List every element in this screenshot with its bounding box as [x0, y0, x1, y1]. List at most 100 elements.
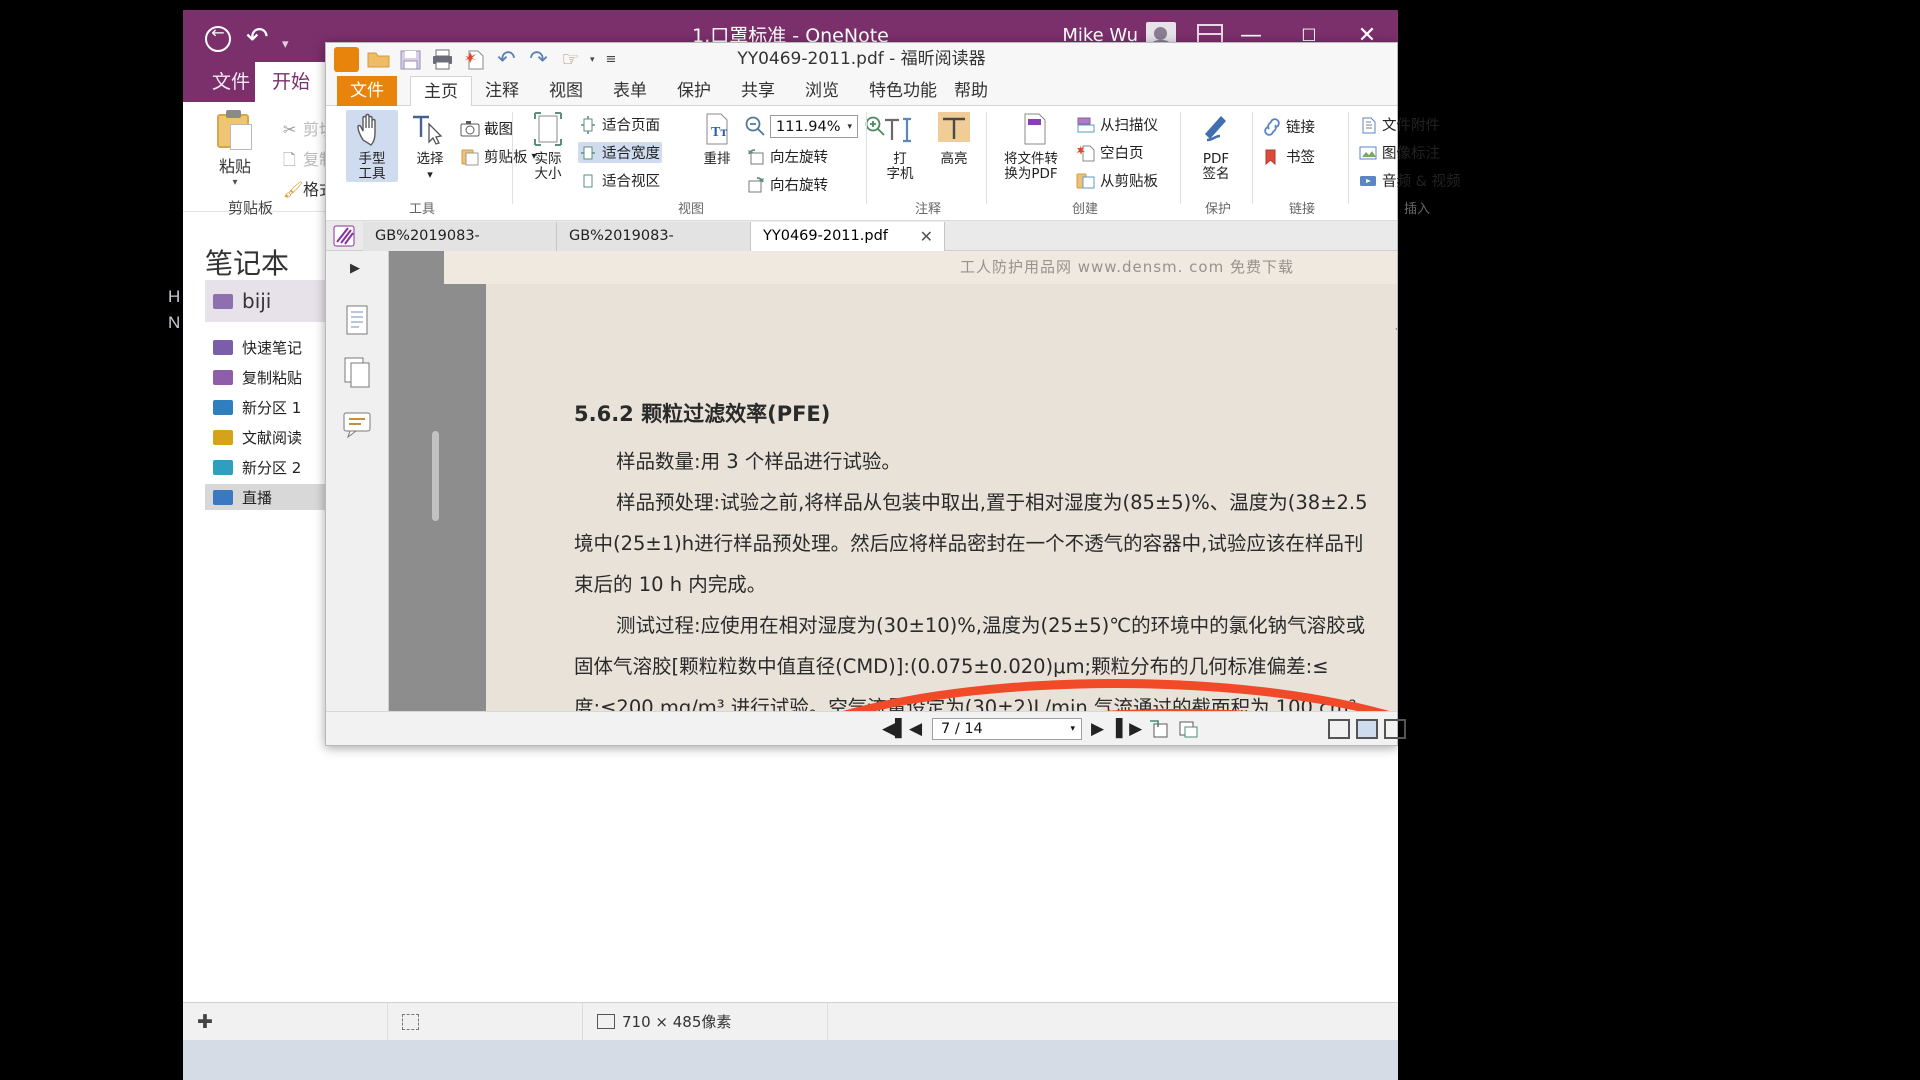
- page-body-text: 5.6.2 颗粒过滤效率(PFE) 样品数量:用 3 个样品进行试验。 样品预处…: [574, 394, 1397, 713]
- section-label: 新分区 1: [242, 398, 302, 417]
- blank-page-button[interactable]: 空白页: [1076, 142, 1144, 163]
- notebook-icon: [213, 293, 233, 309]
- paste-button[interactable]: 粘贴 ▾: [208, 110, 262, 188]
- file-attachment-button[interactable]: 文件附件: [1358, 114, 1440, 135]
- actual-size-button[interactable]: 实际 大小: [522, 110, 574, 182]
- fit-page-icon[interactable]: [1148, 719, 1170, 743]
- group-label-view: 视图: [677, 202, 704, 217]
- prev-page-icon[interactable]: ◀: [909, 712, 922, 746]
- clipboard-group-label: 剪贴板: [228, 199, 274, 217]
- section-icon: [213, 369, 233, 385]
- from-scanner-button[interactable]: 从扫描仪: [1076, 114, 1158, 135]
- chevron-down-icon[interactable]: ▾: [208, 177, 262, 188]
- doc-tab-1[interactable]: GB%2019083-2003%2...: [363, 222, 557, 273]
- select-tool-label: 选择: [416, 151, 444, 167]
- doc-tab-3[interactable]: YY0469-2011.pdf ✕: [751, 222, 945, 251]
- ribbon-group-create: 将文件转 换为PDF 从扫描仪 空白页 从剪贴板 创建: [990, 106, 1180, 221]
- tab-home[interactable]: 主页: [410, 76, 472, 107]
- tab-form[interactable]: 表单: [600, 76, 660, 106]
- tab-share[interactable]: 共享: [728, 76, 788, 106]
- pdf-page[interactable]: YY 046 5.6.2 颗粒过滤效率(PFE) 样品数量:用 3 个样品进行试…: [486, 284, 1397, 713]
- foxit-status-bar: ◀▌ ◀ 7 / 14 ▾ ▶ ▌▶: [326, 711, 1406, 746]
- rotate-left-button[interactable]: 向左旋转: [746, 146, 828, 167]
- link-button[interactable]: 链接: [1262, 116, 1315, 137]
- tab-file[interactable]: 文件: [337, 76, 397, 106]
- foxit-document-tabs: GB%2019083-2003%2... GB%2019083-2010%2..…: [326, 221, 1397, 273]
- facing-view-icon[interactable]: [1384, 719, 1406, 739]
- tab-view[interactable]: 视图: [536, 76, 596, 106]
- group-label-link: 链接: [1288, 202, 1315, 217]
- fit-width-button[interactable]: 适合宽度: [578, 142, 662, 163]
- audio-video-icon: [1358, 172, 1378, 190]
- reflow-button[interactable]: Tт 重排: [691, 110, 743, 167]
- continuous-view-icon[interactable]: [1356, 719, 1378, 739]
- layers-icon[interactable]: [338, 353, 376, 391]
- chevron-down-icon[interactable]: ▾: [847, 122, 852, 132]
- pdf-sign-label-1: PDF: [1202, 151, 1230, 167]
- paintbrush-icon: 🖌: [283, 180, 304, 199]
- snapshot-button[interactable]: 截图: [460, 118, 513, 139]
- bookmark-button[interactable]: 书签: [1262, 146, 1315, 167]
- zoom-out-button[interactable]: [744, 115, 766, 141]
- typewriter-icon: [874, 110, 926, 150]
- hand-tool-button[interactable]: 手型 工具: [346, 110, 398, 182]
- tab-comment[interactable]: 注释: [472, 76, 532, 106]
- status-move-cell[interactable]: ✚: [183, 1002, 388, 1041]
- fit-visible-label: 适合视区: [602, 174, 660, 190]
- rotate-left-label: 向左旋转: [770, 150, 828, 166]
- chevron-down-icon[interactable]: ▾: [404, 167, 456, 182]
- single-page-view-icon[interactable]: [1328, 719, 1350, 739]
- typewriter-button[interactable]: 打 字机: [874, 110, 926, 182]
- previous-page-bottom: 工人防护用品网 www.densm. com 免费下载: [444, 251, 1397, 284]
- section-label: 新分区 2: [242, 458, 302, 477]
- selection-icon: [402, 1013, 419, 1030]
- camera-icon: [460, 120, 480, 138]
- actual-size-icon: [522, 110, 574, 150]
- snapshot-label: 截图: [484, 122, 513, 138]
- doc-tab-2[interactable]: GB%2019083-2010%2...: [557, 222, 751, 273]
- pdf-sign-button[interactable]: PDF 签名: [1190, 110, 1242, 182]
- paragraph-1: 样品数量:用 3 个样品进行试验。: [616, 450, 901, 473]
- last-page-icon[interactable]: ▌▶: [1116, 712, 1142, 746]
- fit-width-icon[interactable]: [1177, 719, 1199, 743]
- highlight-button[interactable]: 高亮: [928, 110, 980, 167]
- taskbar[interactable]: [183, 1034, 1398, 1080]
- tab-home[interactable]: 开始: [255, 62, 328, 102]
- hand-tool-label-2: 工具: [358, 166, 386, 182]
- image-icon: [597, 1014, 615, 1029]
- desktop-background-left: [0, 0, 183, 1080]
- page-thumbnails-icon[interactable]: [338, 301, 376, 339]
- typewriter-label-2: 字机: [886, 166, 914, 182]
- actual-size-label-2: 大小: [534, 166, 562, 182]
- fit-visible-button[interactable]: 适合视区: [578, 170, 660, 191]
- tab-protect[interactable]: 保护: [664, 76, 724, 106]
- hand-icon: [346, 110, 398, 150]
- expand-arrow-icon[interactable]: ▶: [350, 261, 360, 276]
- fit-page-button[interactable]: 适合页面: [578, 114, 660, 135]
- tab-features[interactable]: 特色功能: [856, 76, 950, 106]
- select-tool-button[interactable]: 选择 ▾: [404, 110, 456, 182]
- section-label: 直播: [242, 488, 273, 507]
- audio-video-button[interactable]: 音频 & 视频: [1358, 170, 1461, 191]
- image-annotation-button[interactable]: 图像标注: [1358, 142, 1440, 163]
- convert-to-pdf-button[interactable]: 将文件转 换为PDF: [996, 110, 1066, 182]
- status-select-cell[interactable]: [388, 1002, 583, 1041]
- ribbon-group-link: 链接 书签 链接: [1256, 106, 1348, 221]
- scroll-thumb[interactable]: [432, 431, 439, 521]
- close-icon[interactable]: ✕: [920, 222, 933, 251]
- page-number-input[interactable]: 7 / 14 ▾: [932, 718, 1082, 740]
- foxit-reader-window: ↶ ↷ ☞ ▾ ≡ YY0469-2011.pdf - 福昕阅读器 文件 主页 …: [325, 42, 1461, 746]
- first-page-icon[interactable]: ◀▌: [882, 712, 908, 746]
- chevron-down-icon[interactable]: ▾: [1070, 724, 1075, 734]
- group-label-comment: 注释: [914, 202, 941, 217]
- from-clipboard-button[interactable]: 从剪贴板: [1076, 170, 1158, 191]
- section-icon: [213, 489, 233, 505]
- zoom-level-input[interactable]: 111.94% ▾: [770, 115, 858, 138]
- tab-help[interactable]: 帮助: [941, 76, 1001, 106]
- rotate-right-button[interactable]: 向右旋转: [746, 174, 828, 195]
- tab-browse[interactable]: 浏览: [792, 76, 852, 106]
- page-watermark: 工人防护用品网 www.densm. com 免费下载: [960, 258, 1294, 276]
- doc-tab-3-label: YY0469-2011.pdf: [763, 228, 888, 244]
- next-page-icon[interactable]: ▶: [1091, 712, 1104, 746]
- comments-icon[interactable]: [338, 405, 376, 443]
